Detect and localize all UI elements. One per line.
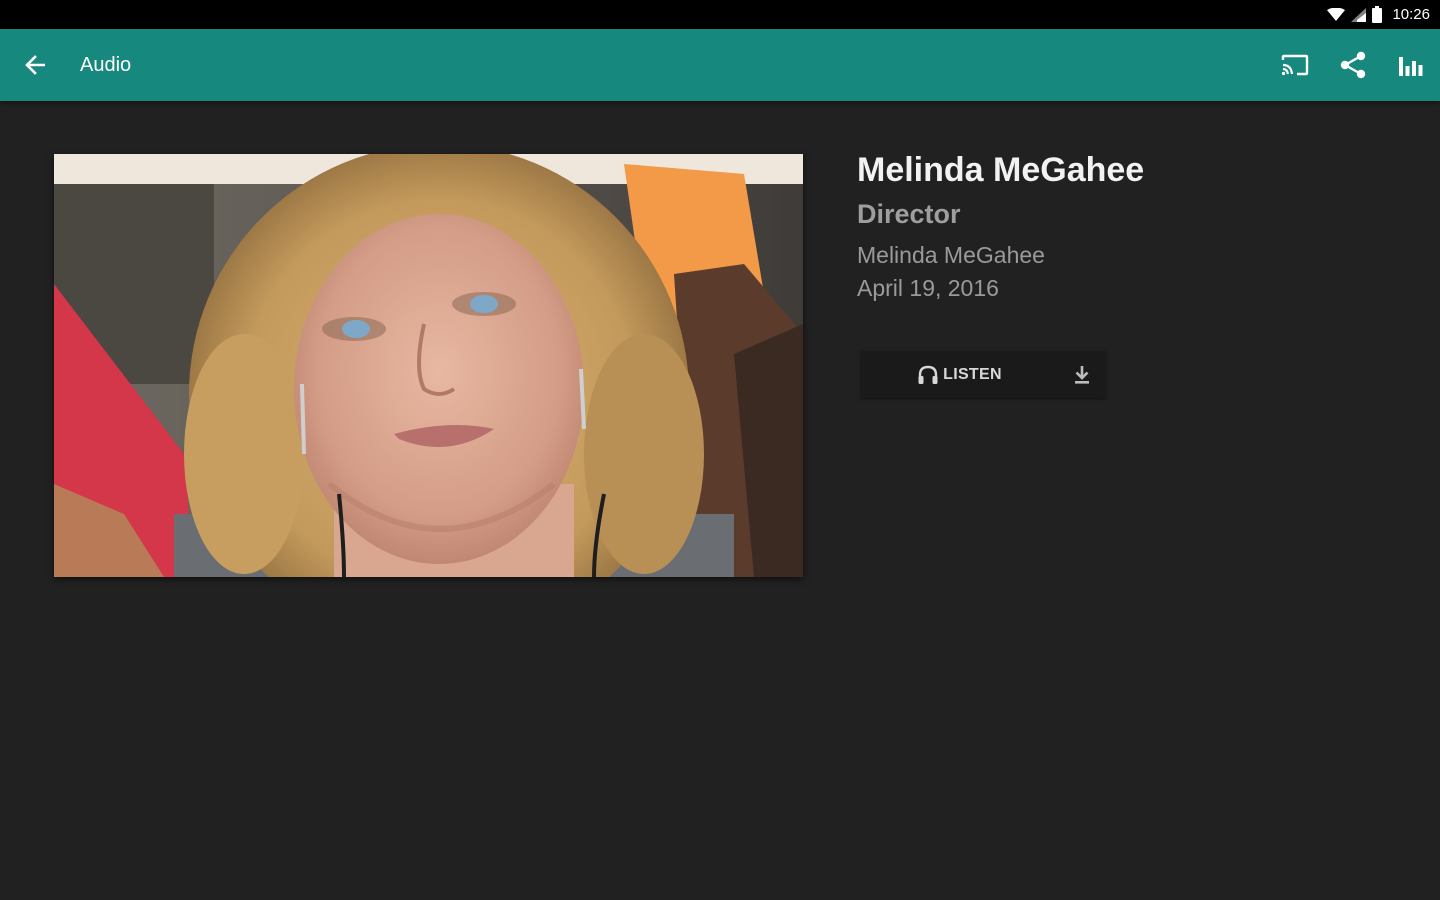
status-bar: 10:26 xyxy=(0,0,1440,29)
speaker-name: Melinda MeGahee xyxy=(857,242,1045,268)
page-title: Audio xyxy=(80,53,132,76)
arrow-back-icon xyxy=(25,55,45,75)
clock: 10:26 xyxy=(1392,6,1430,23)
listen-label: LISTEN xyxy=(943,365,1002,383)
app-bar-actions xyxy=(1266,29,1440,101)
cell-signal-icon xyxy=(1351,7,1367,22)
app-bar: Audio xyxy=(0,29,1440,101)
download-icon xyxy=(1075,365,1089,384)
audio-title: Melinda MeGahee xyxy=(857,151,1145,189)
listen-button[interactable]: LISTEN xyxy=(861,351,1058,398)
wifi-icon xyxy=(1327,7,1346,22)
speaker-photo-image xyxy=(54,154,803,577)
battery-icon xyxy=(1372,6,1383,23)
cast-icon xyxy=(1281,54,1309,76)
share-icon xyxy=(1340,51,1366,79)
speaker-role: Director xyxy=(857,199,961,229)
cast-button[interactable] xyxy=(1266,29,1324,101)
share-button[interactable] xyxy=(1324,29,1382,101)
download-button[interactable] xyxy=(1058,351,1106,398)
audio-details: Melinda MeGahee Director Melinda MeGahee… xyxy=(857,149,1417,305)
stats-button[interactable] xyxy=(1382,29,1440,101)
media-actions: LISTEN xyxy=(861,351,1106,398)
headphones-icon xyxy=(918,365,938,384)
audio-date: April 19, 2016 xyxy=(857,275,999,301)
speaker-photo xyxy=(54,154,803,577)
equalizer-icon xyxy=(1399,57,1423,76)
content-area: Melinda MeGahee Director Melinda MeGahee… xyxy=(0,101,1440,900)
back-button[interactable] xyxy=(0,29,72,101)
